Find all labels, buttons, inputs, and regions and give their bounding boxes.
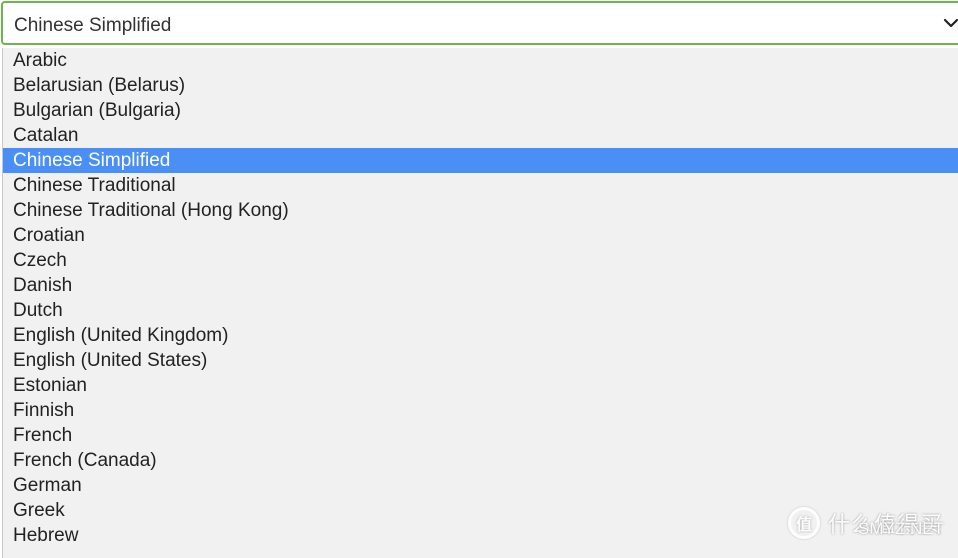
option-item[interactable]: Greek — [3, 498, 958, 523]
option-item[interactable]: Estonian — [3, 373, 958, 398]
option-item[interactable]: Catalan — [3, 123, 958, 148]
language-dropdown-list[interactable]: Arabic Belarusian (Belarus) Bulgarian (Bul… — [2, 48, 958, 558]
select-value: Chinese Simplified — [14, 15, 172, 36]
option-item[interactable]: Chinese Traditional (Hong Kong) — [3, 198, 958, 223]
option-item[interactable]: Belarusian (Belarus) — [3, 73, 958, 98]
option-item[interactable]: Croatian — [3, 223, 958, 248]
option-item[interactable]: Bulgarian (Bulgaria) — [3, 98, 958, 123]
option-item[interactable]: Danish — [3, 273, 958, 298]
option-item[interactable]: Dutch — [3, 298, 958, 323]
option-item[interactable]: Czech — [3, 248, 958, 273]
option-item[interactable]: German — [3, 473, 958, 498]
option-item[interactable]: English (United States) — [3, 348, 958, 373]
chevron-down-icon[interactable] — [942, 14, 958, 32]
option-item[interactable]: English (United Kingdom) — [3, 323, 958, 348]
language-select[interactable]: Chinese Simplified — [1, 1, 958, 45]
option-item[interactable]: Chinese Simplified — [3, 148, 958, 173]
option-item[interactable]: French (Canada) — [3, 448, 958, 473]
option-item[interactable]: Hebrew — [3, 523, 958, 548]
option-item[interactable]: French — [3, 423, 958, 448]
option-item[interactable]: Chinese Traditional — [3, 173, 958, 198]
option-item[interactable]: Finnish — [3, 398, 958, 423]
option-item[interactable]: Arabic — [3, 48, 958, 73]
